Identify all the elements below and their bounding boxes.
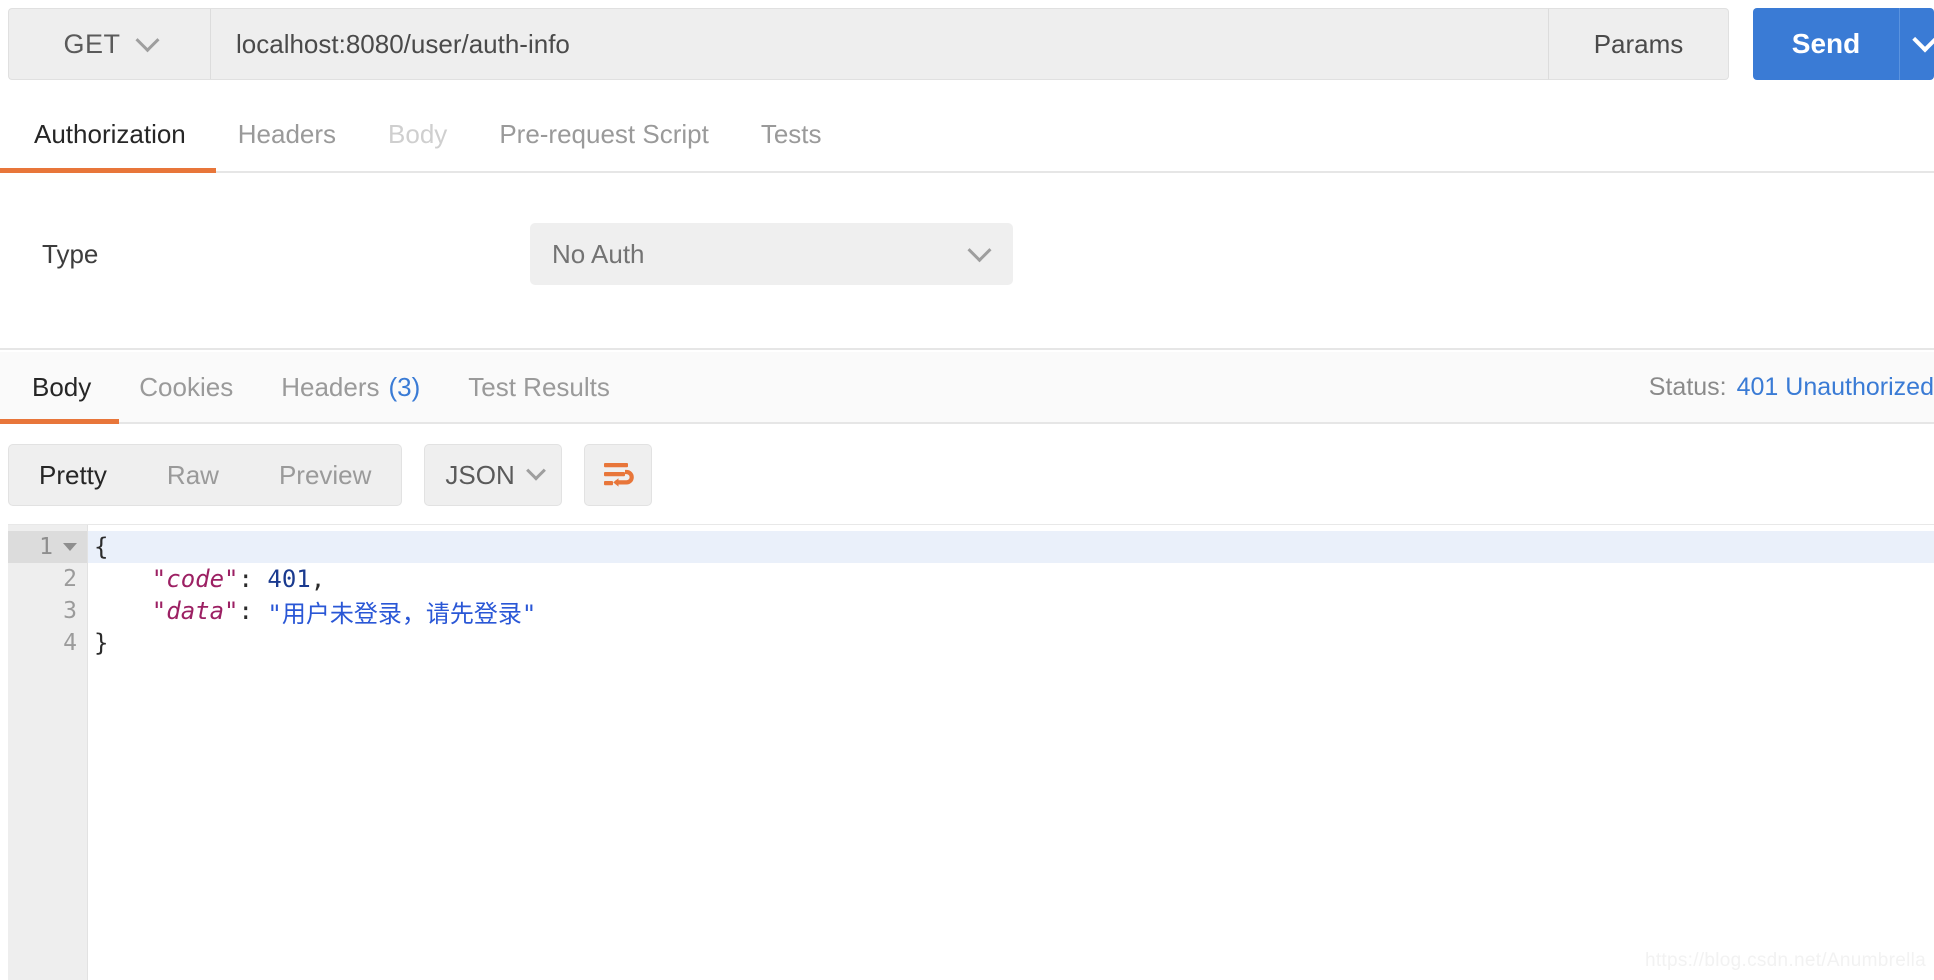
code-line: } xyxy=(88,627,1934,659)
code-line: "data": "用户未登录，请先登录" xyxy=(88,595,1934,628)
chevron-down-icon xyxy=(967,237,992,262)
code-token-punct: } xyxy=(94,629,109,657)
response-tab-headers[interactable]: Headers (3) xyxy=(257,352,444,422)
response-view-toolbar: Pretty Raw Preview JSON xyxy=(0,426,1934,524)
response-tab-bar: Body Cookies Headers (3) Test Results St… xyxy=(0,352,1934,424)
send-button[interactable]: Send xyxy=(1753,8,1899,80)
line-number-label: 4 xyxy=(63,630,77,656)
chevron-down-icon xyxy=(1912,27,1934,53)
response-status: Status: 401 Unauthorized xyxy=(1649,352,1934,422)
send-options-button[interactable] xyxy=(1899,8,1934,80)
http-method-select[interactable]: GET xyxy=(8,8,211,80)
tab-body[interactable]: Body xyxy=(362,98,473,171)
code-token-punct: { xyxy=(94,533,109,561)
response-tab-body-label: Body xyxy=(32,371,92,402)
tab-pre-request-script[interactable]: Pre-request Script xyxy=(473,98,735,171)
code-line: "code": 401, xyxy=(88,563,1934,595)
chevron-down-icon xyxy=(134,27,160,52)
auth-type-select[interactable]: No Auth xyxy=(530,223,1013,285)
response-format-select[interactable]: JSON xyxy=(424,444,563,506)
auth-type-label: Type xyxy=(42,238,99,269)
editor-code-area[interactable]: { "code": 401, "data": "用户未登录，请先登录"} xyxy=(88,525,1934,980)
tab-headers[interactable]: Headers xyxy=(212,98,362,171)
response-tab-test-results-label: Test Results xyxy=(468,371,610,402)
authorization-pane: Type No Auth xyxy=(0,175,1934,350)
params-button[interactable]: Params xyxy=(1549,8,1729,80)
request-tab-bar: Authorization Headers Body Pre-request S… xyxy=(0,98,1934,173)
tab-authorization[interactable]: Authorization xyxy=(0,98,216,173)
code-token-num: 401 xyxy=(267,565,311,593)
response-view-mode-group: Pretty Raw Preview xyxy=(8,444,403,506)
response-tab-body[interactable]: Body xyxy=(0,352,120,424)
postman-request-response-panel: GET localhost:8080/user/auth-info Params… xyxy=(0,0,1934,980)
response-tab-test-results[interactable]: Test Results xyxy=(444,352,634,422)
line-number: 4 xyxy=(8,627,87,659)
request-url-bar: GET localhost:8080/user/auth-info Params… xyxy=(0,8,1934,80)
view-mode-preview[interactable]: Preview xyxy=(249,445,401,505)
response-headers-count: (3) xyxy=(388,371,421,402)
code-token-punct: , xyxy=(310,565,326,593)
code-token-punct: : xyxy=(238,565,268,593)
response-tab-cookies-label: Cookies xyxy=(139,371,234,402)
line-number: 1 xyxy=(8,531,87,563)
code-token-key: "data" xyxy=(94,597,239,625)
status-label: Status: xyxy=(1648,372,1727,401)
code-token-punct: : xyxy=(238,597,268,625)
code-token-str: "用户未登录，请先登录" xyxy=(267,599,537,628)
auth-type-value: No Auth xyxy=(552,238,645,269)
response-body-editor[interactable]: 12 3 4 { "code": 401, "data": "用户未登录，请先登录"… xyxy=(8,524,1934,980)
status-badge[interactable]: 401 Unauthorized xyxy=(1737,373,1934,402)
send-button-group: Send xyxy=(1753,8,1934,80)
line-number-label: 3 xyxy=(63,598,77,624)
response-format-label: JSON xyxy=(445,459,515,490)
http-method-label: GET xyxy=(63,28,121,59)
editor-line-number-gutter: 12 3 4 xyxy=(8,525,88,980)
line-number: 2 xyxy=(8,563,87,595)
line-number-label: 1 xyxy=(39,534,53,560)
view-mode-raw[interactable]: Raw xyxy=(137,445,249,505)
chevron-down-icon xyxy=(526,460,547,481)
tab-tests[interactable]: Tests xyxy=(735,98,848,171)
fold-triangle-icon[interactable] xyxy=(63,543,77,551)
code-token-key: "code" xyxy=(94,565,239,593)
word-wrap-toggle-button[interactable] xyxy=(584,444,653,506)
word-wrap-icon xyxy=(604,463,635,487)
view-mode-pretty[interactable]: Pretty xyxy=(9,445,137,505)
response-tab-cookies[interactable]: Cookies xyxy=(115,352,257,422)
line-number-label: 2 xyxy=(63,566,77,592)
auth-type-row: Type No Auth xyxy=(0,223,1934,285)
response-tab-headers-label: Headers xyxy=(281,371,380,402)
line-number: 3 xyxy=(8,595,87,627)
code-line: { xyxy=(88,531,1934,563)
request-url-input[interactable]: localhost:8080/user/auth-info xyxy=(211,8,1549,80)
